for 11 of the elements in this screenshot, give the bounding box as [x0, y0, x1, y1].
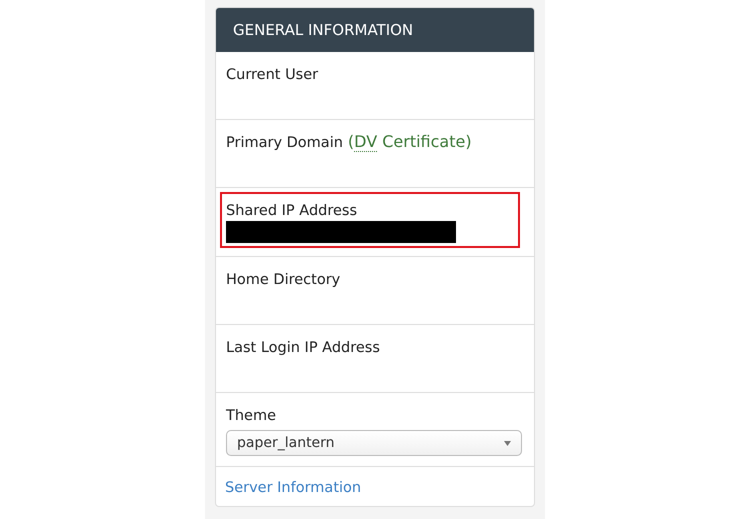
field-label: Primary Domain [226, 135, 343, 151]
certificate-link[interactable]: (DV Certificate) [348, 132, 472, 151]
server-information-link[interactable]: Server Information [225, 480, 362, 496]
field-label: Current User [226, 67, 318, 83]
panel-header: GENERAL INFORMATION [216, 8, 534, 52]
field-label: Last Login IP Address [226, 340, 380, 356]
field-label: Shared IP Address [226, 203, 358, 219]
caret-icon [504, 440, 511, 446]
field-label: Theme [226, 408, 276, 424]
field-label: Home Directory [226, 272, 340, 288]
theme-select[interactable]: paper_lantern [226, 430, 522, 456]
